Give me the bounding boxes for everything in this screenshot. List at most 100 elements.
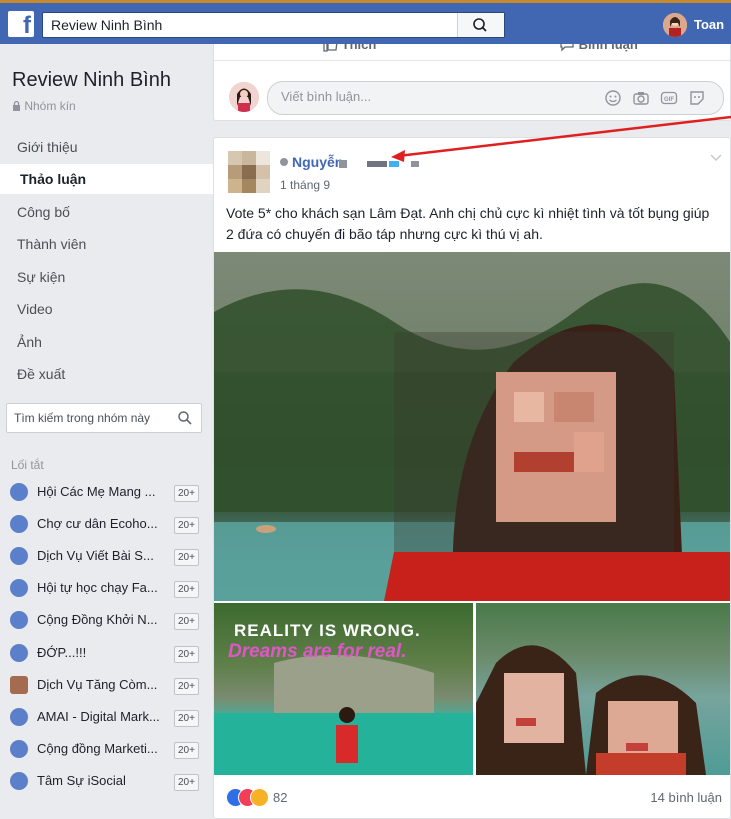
nav-recommendations[interactable]: Đề xuất bbox=[0, 359, 213, 389]
shortcut-item[interactable]: Tâm Sự iSocial 20+ bbox=[10, 769, 200, 795]
image-overlay-line2: Dreams are for real. bbox=[228, 641, 407, 662]
sticker-icon[interactable] bbox=[688, 89, 706, 107]
comment-tools: GIF bbox=[604, 89, 714, 107]
comment-count-link[interactable]: 14 bình luận bbox=[650, 790, 722, 805]
shortcut-item[interactable]: Dịch Vụ Viết Bài S... 20+ bbox=[10, 544, 200, 570]
author-avatar-pixelated[interactable] bbox=[228, 151, 270, 193]
group-icon bbox=[10, 611, 28, 629]
shortcut-badge: 20+ bbox=[174, 646, 199, 663]
group-post: Nguyễn 1 tháng 9 Vote 5* cho khách sạn L… bbox=[213, 137, 731, 819]
emoji-icon[interactable] bbox=[604, 89, 622, 107]
group-icon bbox=[10, 579, 28, 597]
reaction-count: 82 bbox=[273, 790, 288, 805]
chevron-down-icon[interactable] bbox=[710, 152, 722, 162]
nav-videos-label: Video bbox=[17, 301, 53, 317]
shortcut-item[interactable]: ĐỚP...!!! 20+ bbox=[10, 641, 200, 667]
group-icon bbox=[10, 644, 28, 662]
global-search-input[interactable] bbox=[51, 15, 456, 35]
nav-events[interactable]: Sự kiện bbox=[0, 262, 213, 292]
shortcut-label: Cộng đồng Marketi... bbox=[37, 741, 158, 756]
shortcuts-heading: Lối tắt bbox=[11, 458, 44, 472]
shortcut-label: Tâm Sự iSocial bbox=[37, 773, 126, 788]
post-timestamp[interactable]: 1 tháng 9 bbox=[280, 178, 330, 192]
comment-icon bbox=[560, 44, 574, 52]
group-icon bbox=[10, 740, 28, 758]
shortcut-item[interactable]: AMAI - Digital Mark... 20+ bbox=[10, 705, 200, 731]
facebook-logo-icon[interactable]: f bbox=[8, 11, 34, 39]
shortcut-label: Dịch Vụ Viết Bài S... bbox=[37, 548, 154, 563]
post-author-name[interactable]: Nguyễn bbox=[292, 154, 343, 170]
haha-reaction-icon bbox=[250, 788, 269, 807]
search-button[interactable] bbox=[457, 13, 504, 37]
shortcut-item[interactable]: Chợ cư dân Ecoho... 20+ bbox=[10, 512, 200, 538]
comment-button[interactable]: Bình luận bbox=[559, 44, 638, 52]
post-photo-right[interactable] bbox=[476, 603, 730, 775]
image-overlay-line1: REALITY IS WRONG. bbox=[234, 621, 421, 640]
group-icon bbox=[10, 708, 28, 726]
shortcut-item[interactable]: Dịch Vụ Tăng Còm... 20+ bbox=[10, 673, 200, 699]
group-search-input[interactable] bbox=[14, 408, 174, 428]
top-navigation-bar: f Toan bbox=[0, 3, 731, 44]
like-button[interactable]: Thích bbox=[322, 44, 376, 52]
user-name: Toan bbox=[694, 17, 725, 32]
camera-icon[interactable] bbox=[632, 89, 650, 107]
shortcut-badge: 20+ bbox=[174, 613, 199, 630]
group-title[interactable]: Review Ninh Bình bbox=[12, 69, 171, 92]
nav-events-label: Sự kiện bbox=[17, 269, 66, 285]
post-text: Vote 5* cho khách sạn Lâm Đạt. Anh chị c… bbox=[226, 205, 710, 242]
shortcut-label: ĐỚP...!!! bbox=[37, 645, 87, 660]
photo-icon bbox=[10, 676, 28, 694]
nav-photos-label: Ảnh bbox=[17, 334, 42, 350]
commenter-avatar bbox=[229, 82, 259, 112]
nav-videos[interactable]: Video bbox=[0, 294, 213, 324]
nav-recommendations-label: Đề xuất bbox=[17, 366, 66, 382]
group-sidebar: Review Ninh Bình Nhóm kín Giới thiệu Thả… bbox=[0, 44, 216, 814]
shortcut-badge: 20+ bbox=[174, 517, 199, 534]
svg-text:GIF: GIF bbox=[664, 97, 674, 103]
lock-icon bbox=[13, 100, 20, 111]
comment-input[interactable] bbox=[281, 89, 581, 104]
comment-composer: GIF bbox=[267, 81, 724, 115]
shortcut-label: Cộng Đồng Khởi N... bbox=[37, 612, 158, 627]
group-privacy: Nhóm kín bbox=[12, 99, 76, 113]
group-search bbox=[6, 403, 202, 433]
post-photo-main[interactable] bbox=[214, 252, 730, 601]
shortcut-item[interactable]: Hội Các Mẹ Mang ... 20+ bbox=[10, 480, 200, 506]
shortcut-item[interactable]: Cộng Đồng Khởi N... 20+ bbox=[10, 608, 200, 634]
shortcut-label: Hội Các Mẹ Mang ... bbox=[37, 484, 156, 499]
post-actions-bar: Thích Bình luận bbox=[214, 44, 730, 61]
nav-photos[interactable]: Ảnh bbox=[0, 327, 213, 357]
shortcut-badge: 20+ bbox=[174, 710, 199, 727]
nav-discussion[interactable]: Thảo luận bbox=[0, 164, 216, 194]
shortcut-badge: 20+ bbox=[174, 549, 199, 566]
nav-members[interactable]: Thành viên bbox=[0, 229, 213, 259]
shortcut-item[interactable]: Cộng đồng Marketi... 20+ bbox=[10, 737, 200, 763]
author-status-icon bbox=[280, 158, 288, 166]
gif-icon[interactable]: GIF bbox=[660, 89, 678, 107]
shortcut-badge: 20+ bbox=[174, 581, 199, 598]
shortcut-badge: 20+ bbox=[174, 678, 199, 695]
nav-announcements-label: Công bố bbox=[17, 204, 70, 220]
global-search bbox=[42, 12, 505, 38]
post-photo-left[interactable]: REALITY IS WRONG. Dreams are for real. bbox=[214, 603, 473, 775]
group-icon bbox=[10, 547, 28, 565]
nav-announcements[interactable]: Công bố bbox=[0, 197, 213, 227]
shortcut-badge: 20+ bbox=[174, 485, 199, 502]
like-label: Thích bbox=[341, 44, 377, 52]
group-icon bbox=[10, 515, 28, 533]
group-icon bbox=[10, 772, 28, 790]
nav-about-label: Giới thiệu bbox=[17, 139, 78, 155]
previous-post-footer: Thích Bình luận GIF bbox=[213, 44, 731, 121]
shortcut-label: Hội tự học chạy Fa... bbox=[37, 580, 158, 595]
nav-discussion-label: Thảo luận bbox=[20, 171, 87, 187]
search-icon[interactable] bbox=[177, 410, 193, 426]
search-icon bbox=[473, 18, 487, 32]
shortcut-badge: 20+ bbox=[174, 742, 199, 759]
nav-about[interactable]: Giới thiệu bbox=[0, 132, 213, 162]
redacted-name-blocks bbox=[339, 160, 419, 168]
group-privacy-label: Nhóm kín bbox=[24, 99, 76, 113]
shortcut-item[interactable]: Hội tự học chạy Fa... 20+ bbox=[10, 576, 200, 602]
like-icon bbox=[323, 44, 338, 52]
user-avatar bbox=[663, 13, 687, 37]
shortcut-label: AMAI - Digital Mark... bbox=[37, 709, 160, 724]
